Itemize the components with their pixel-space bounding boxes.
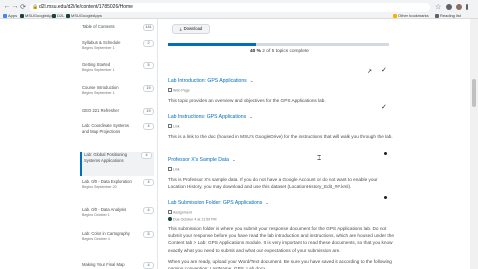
d2l-icon: [52, 13, 56, 18]
toc-item-data-analysis[interactable]: Lab. 0/0 - Data Analysis Begins October …: [82, 207, 156, 218]
extension-icon[interactable]: [446, 4, 452, 10]
link-icon: [168, 124, 172, 128]
toc-count: 4: [143, 262, 154, 269]
toc-item-table-of-contents[interactable]: Table of Contents 141: [82, 24, 156, 31]
toc-count: 19: [143, 108, 154, 115]
profile-avatar[interactable]: [456, 4, 462, 10]
topic-description: When you are ready, upload your Word/Tex…: [168, 258, 392, 269]
download-icon: ⤓: [179, 26, 182, 31]
chevron-down-icon[interactable]: ⌄: [250, 78, 254, 83]
incomplete-dot-icon: [384, 152, 387, 155]
scrollbar-thumb[interactable]: [472, 79, 476, 107]
link-icon: [168, 167, 172, 171]
lock-icon: 🔒: [32, 4, 39, 10]
bookmarks-bar: Apps MSUGoogleApps D2L MSUGoogleApps Oth…: [0, 12, 478, 19]
chevron-down-icon[interactable]: ⌄: [265, 200, 269, 205]
bookmark-apps[interactable]: Apps: [3, 12, 17, 19]
checkmark-icon: ✓: [381, 104, 387, 111]
toc-item-geo-221-refresher[interactable]: GEO 221 Refresher 19: [82, 108, 156, 115]
toc-count: 5: [143, 231, 154, 238]
topic-lab-introduction: Lab Introduction: GPS Applications ⌄ Web …: [168, 69, 394, 104]
trending-icon: ↗: [367, 69, 373, 75]
topic-title[interactable]: Lab Introduction: GPS Applications: [168, 78, 247, 84]
progress-bar: [168, 43, 389, 46]
bookmark-reading-list[interactable]: Reading list: [435, 12, 461, 19]
bookmark-other[interactable]: Other bookmarks: [393, 12, 429, 19]
back-icon[interactable]: ←: [3, 3, 11, 10]
toc-item-syllabus[interactable]: Syllabus & Schedule Begins September 1 2: [82, 40, 156, 51]
toc-count: 2: [143, 40, 154, 47]
due-date-icon: [168, 216, 172, 221]
topic-description: This submission folder is where you subm…: [168, 226, 394, 253]
msu-icon: [66, 13, 70, 18]
apps-icon: [3, 13, 7, 18]
toc-item-gps-applications[interactable]: Lab: Global Positioning Systems Applicat…: [80, 152, 154, 176]
chevron-down-icon[interactable]: ⌄: [249, 114, 253, 119]
bookmark-star-icon[interactable]: ☆: [435, 3, 441, 11]
toc-count: 141: [143, 24, 154, 31]
checkmark-icon: ✓: [381, 67, 387, 74]
msu-icon: [20, 13, 24, 18]
bookmark-msugoogleapps[interactable]: MSUGoogleApps: [20, 12, 56, 19]
browser-toolbar: ← → ⟳ 🔒 d2l.msu.edu/d2l/le/content/17850…: [0, 0, 478, 19]
topic-title[interactable]: Professor X's Sample Data: [168, 157, 229, 163]
table-of-contents-sidebar: Table of Contents 141 Syllabus & Schedul…: [78, 19, 158, 269]
chevron-down-icon[interactable]: ⌄: [232, 157, 236, 162]
topic-description: This is Professor X's sample data. If yo…: [168, 176, 378, 189]
bookmark-msugoogleapps-2[interactable]: MSUGoogleApps: [66, 12, 102, 19]
incomplete-dot-icon: [384, 196, 387, 199]
toc-count: 4: [143, 123, 154, 130]
download-button[interactable]: ⤓ Download: [172, 24, 210, 34]
toc-count: 4: [141, 152, 152, 159]
progress-fill: [168, 43, 257, 46]
topic-sample-data: Professor X's Sample Data ⌄ Link This is …: [168, 148, 394, 190]
assignment-icon: [168, 210, 172, 214]
toc-count: 5: [143, 62, 154, 69]
folder-icon: [393, 13, 397, 18]
toc-item-getting-started[interactable]: Getting Started Begins September 1 5: [82, 62, 156, 73]
topic-lab-instructions: Lab Instructions: GPS Applications ⌄ Link…: [168, 114, 393, 139]
topic-title[interactable]: Lab Submission Folder: GPS Applications: [168, 200, 262, 206]
bookmark-d2l[interactable]: D2L: [52, 12, 64, 19]
progress-text: 40 % 2 of 5 topics complete: [250, 49, 309, 54]
reload-icon[interactable]: ⟳: [19, 3, 27, 11]
topic-description: This topic provides an overview and obje…: [168, 97, 326, 103]
toc-count: 4: [143, 179, 154, 186]
toc-item-coordinate-systems[interactable]: Lab: Coordinate Systems and Map Projecti…: [82, 123, 156, 134]
module-content: ⤓ Download 40 % 2 of 5 topics complete La…: [158, 19, 470, 269]
scrollbar[interactable]: [470, 19, 478, 269]
toc-item-course-introduction[interactable]: Course Introduction Begins September 1 1…: [82, 85, 156, 96]
toc-item-data-exploration[interactable]: Lab. 0/0 - Data Exploration Begins Septe…: [82, 179, 156, 190]
toc-count: 19: [143, 85, 154, 92]
topic-description: This is a link to the doc (housed in MSU…: [168, 133, 393, 139]
toc-item-color-in-cartography[interactable]: Lab: Color in Cartography Begins October…: [82, 231, 156, 242]
address-bar[interactable]: 🔒 d2l.msu.edu/d2l/le/content/1785026/Hom…: [30, 3, 430, 12]
topic-title[interactable]: Lab Instructions: GPS Applications: [168, 114, 246, 120]
forward-icon[interactable]: →: [11, 3, 19, 10]
toc-count: 4: [143, 207, 154, 214]
topic-submission-folder: Lab Submission Folder: GPS Applications ⌄…: [168, 191, 394, 269]
toc-item-final-map[interactable]: Making Your Final Map 4: [82, 262, 156, 269]
reading-list-icon: [435, 13, 439, 18]
mouse-cursor-icon: ⌶: [317, 155, 322, 162]
url-text: d2l.msu.edu/d2l/le/content/1785026/Home: [39, 4, 133, 10]
menu-icon[interactable]: [466, 4, 468, 10]
web-page-icon: [168, 88, 172, 92]
